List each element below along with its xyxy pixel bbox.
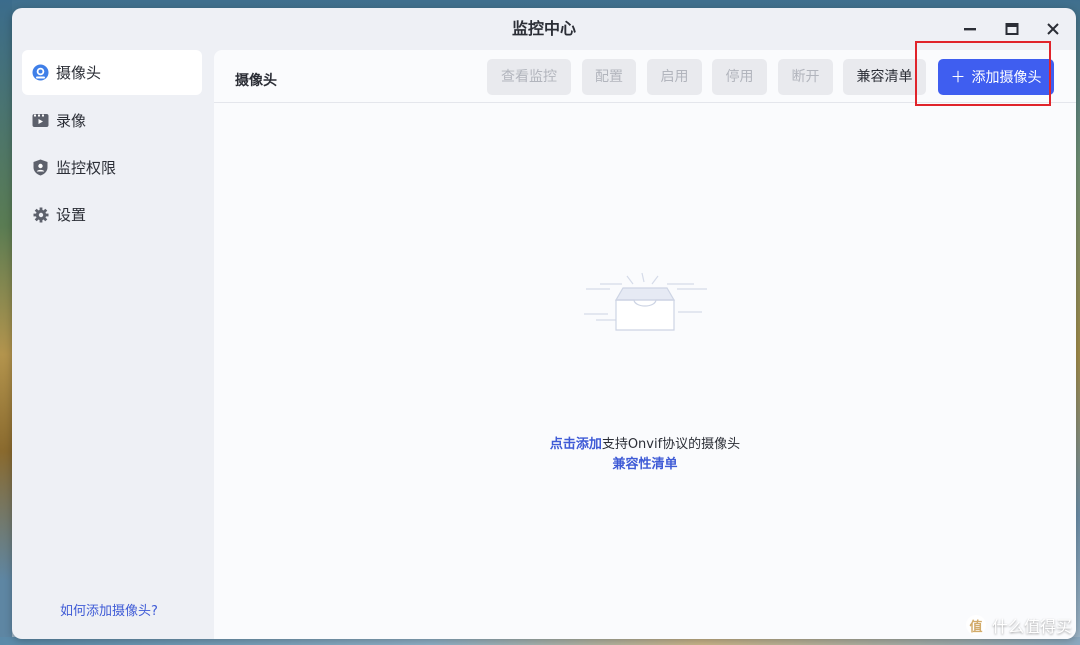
close-button[interactable]	[1042, 18, 1064, 40]
sidebar: 摄像头 录像 监控权限 设置 如何添加摄像头?	[12, 50, 214, 639]
help-add-camera-link[interactable]: 如何添加摄像头?	[12, 600, 206, 619]
main-panel: 摄像头 查看监控 配置 启用 停用 断开 兼容清单 ＋ 添加摄像头 点击添加支持O…	[214, 50, 1076, 639]
title-bar: 监控中心	[12, 8, 1076, 50]
watermark-logo: 值	[965, 615, 986, 635]
toolbar: 摄像头 查看监控 配置 启用 停用 断开 兼容清单 ＋ 添加摄像头	[214, 50, 1076, 103]
add-camera-label: 添加摄像头	[971, 70, 1042, 86]
configure-button[interactable]: 配置	[582, 59, 636, 95]
video-icon	[32, 112, 49, 129]
maximize-button[interactable]	[1001, 18, 1023, 40]
sidebar-item-permissions[interactable]: 监控权限	[22, 145, 202, 190]
disable-button[interactable]: 停用	[712, 59, 767, 95]
empty-state-compat: 兼容性清单	[214, 453, 1076, 472]
empty-state-text: 点击添加支持Onvif协议的摄像头	[214, 433, 1076, 452]
plus-icon: ＋	[950, 68, 966, 86]
sidebar-item-settings[interactable]: 设置	[22, 192, 202, 237]
sidebar-item-label: 设置	[56, 206, 87, 224]
sidebar-item-recordings[interactable]: 录像	[22, 98, 202, 143]
maximize-icon	[1005, 23, 1019, 35]
page-title: 摄像头	[235, 73, 277, 89]
sidebar-item-label: 录像	[56, 112, 87, 130]
empty-state-description: 支持Onvif协议的摄像头	[601, 437, 741, 452]
shield-user-icon	[32, 159, 49, 176]
disconnect-button[interactable]: 断开	[778, 59, 833, 95]
sidebar-item-label: 监控权限	[56, 159, 117, 177]
watermark: 值 什么值得买	[965, 613, 1072, 637]
enable-button[interactable]: 启用	[647, 59, 702, 95]
window-title: 监控中心	[511, 19, 576, 38]
minimize-icon	[964, 28, 976, 31]
sidebar-item-cameras[interactable]: 摄像头	[22, 50, 202, 95]
desktop-wallpaper	[0, 0, 12, 645]
minimize-button[interactable]	[959, 18, 981, 40]
close-icon	[1047, 23, 1059, 35]
view-monitor-button[interactable]: 查看监控	[487, 59, 571, 95]
empty-inbox-icon	[584, 272, 707, 331]
app-window: 监控中心 摄像头 录像 监控权限 设置 如何添加摄像头? 摄像头 查看监控 配置…	[12, 8, 1076, 639]
click-add-link[interactable]: 点击添加	[550, 437, 602, 452]
add-camera-button[interactable]: ＋ 添加摄像头	[938, 59, 1054, 95]
compat-list-link[interactable]: 兼容性清单	[612, 457, 677, 472]
watermark-text: 什么值得买	[991, 617, 1072, 636]
gear-icon	[32, 206, 49, 223]
compat-list-button[interactable]: 兼容清单	[843, 59, 926, 95]
sidebar-item-label: 摄像头	[56, 64, 102, 82]
camera-icon	[32, 64, 49, 81]
